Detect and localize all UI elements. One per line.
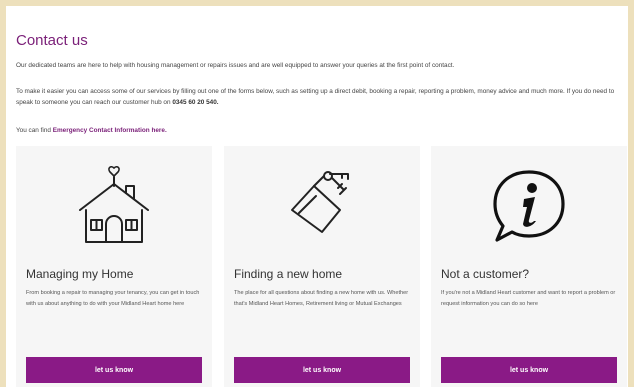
intro-paragraph: Our dedicated teams are here to help wit… bbox=[16, 62, 455, 69]
emergency-paragraph: You can find Emergency Contact Informati… bbox=[16, 125, 620, 136]
card-title: Finding a new home bbox=[234, 267, 343, 281]
page-title: Contact us bbox=[16, 32, 88, 49]
contact-page: Contact us Our dedicated teams are here … bbox=[6, 6, 628, 387]
card-managing-home: Managing my Home From booking a repair t… bbox=[16, 146, 212, 387]
card-not-customer: Not a customer? If you're not a Midland … bbox=[431, 146, 627, 387]
emergency-contact-link[interactable]: Emergency Contact Information here. bbox=[53, 127, 167, 134]
house-keys-icon bbox=[291, 171, 349, 233]
house-heart-icon bbox=[79, 166, 149, 243]
card-finding-home: Finding a new home The place for all que… bbox=[224, 146, 420, 387]
let-us-know-button[interactable]: let us know bbox=[234, 357, 410, 383]
customer-hub-phone: 0345 60 20 540. bbox=[172, 99, 219, 106]
card-description: The place for all questions about findin… bbox=[234, 290, 409, 307]
information-icon bbox=[493, 170, 565, 242]
let-us-know-button[interactable]: let us know bbox=[26, 357, 202, 383]
card-title: Managing my Home bbox=[26, 267, 134, 281]
services-paragraph: To make it easier you can access some of… bbox=[16, 86, 620, 108]
card-description: From booking a repair to managing your t… bbox=[26, 290, 200, 307]
emergency-prefix: You can find bbox=[16, 127, 51, 134]
card-description: If you're not a Midland Heart customer a… bbox=[441, 290, 616, 307]
let-us-know-button[interactable]: let us know bbox=[441, 357, 617, 383]
card-title: Not a customer? bbox=[441, 267, 530, 281]
services-text: To make it easier you can access some of… bbox=[16, 88, 615, 106]
